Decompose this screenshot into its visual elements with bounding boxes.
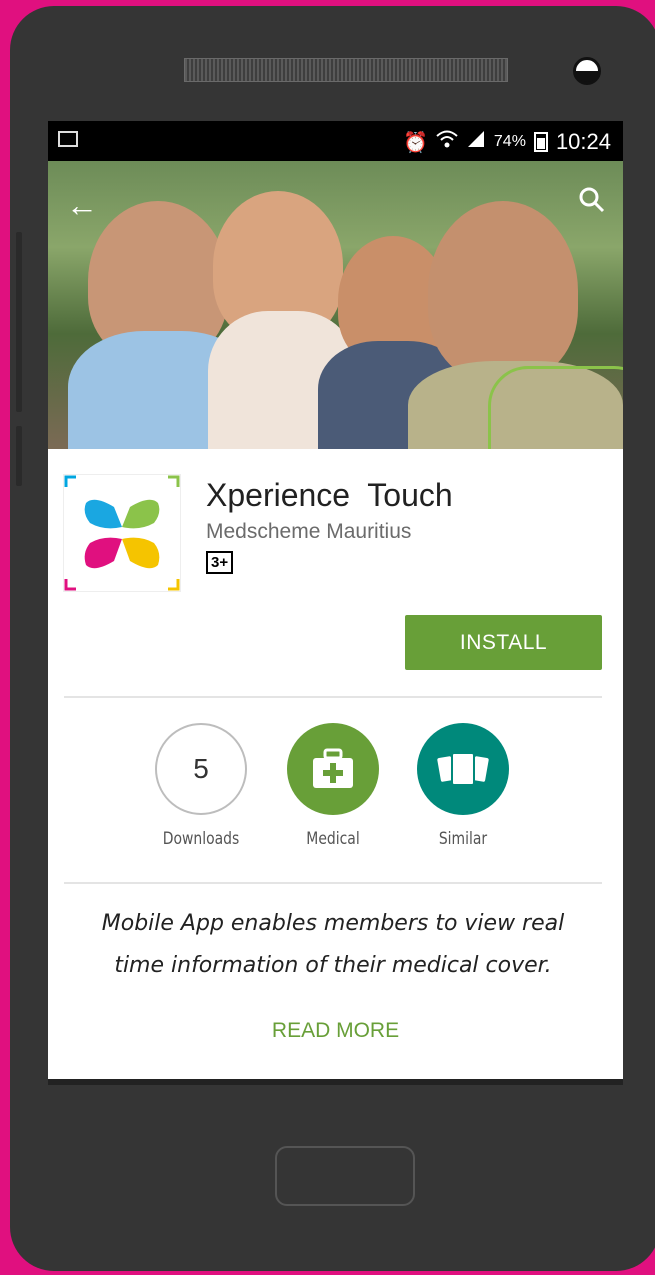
downloads-count: 5 bbox=[193, 753, 209, 784]
status-bar: ⏰ 74% 10:24 bbox=[48, 121, 623, 161]
app-icon[interactable] bbox=[64, 475, 180, 591]
divider bbox=[64, 696, 602, 698]
front-camera bbox=[573, 57, 601, 85]
developer-link[interactable]: Medscheme Mauritius bbox=[206, 520, 411, 544]
wifi-icon bbox=[436, 129, 458, 155]
similar-apps-icon bbox=[437, 752, 489, 786]
category-badge[interactable]: Medical bbox=[285, 723, 381, 849]
clock: 10:24 bbox=[555, 129, 611, 154]
hero-image: ← bbox=[48, 161, 623, 449]
similar-label: Similar bbox=[438, 829, 488, 849]
similar-badge[interactable]: Similar bbox=[415, 723, 511, 849]
install-button[interactable]: INSTALL bbox=[405, 615, 602, 670]
battery-icon bbox=[533, 132, 548, 152]
app-title: Xperience Touch bbox=[206, 477, 453, 513]
signal-icon bbox=[466, 129, 486, 155]
back-arrow-icon[interactable]: ← bbox=[66, 187, 98, 224]
app-description: Mobile App enables members to view real … bbox=[64, 903, 602, 987]
read-more-link[interactable]: READ MORE bbox=[48, 1019, 623, 1043]
alarm-icon: ⏰ bbox=[403, 131, 428, 154]
speaker-grille bbox=[184, 58, 508, 82]
search-icon[interactable] bbox=[579, 187, 605, 220]
power-button bbox=[16, 426, 22, 486]
description-line: Mobile App enables members to view real bbox=[101, 911, 565, 936]
description-line: time information of their medical cover. bbox=[114, 953, 552, 978]
downloads-badge[interactable]: 5 Downloads bbox=[153, 723, 249, 849]
divider bbox=[64, 882, 602, 884]
decorative-outline bbox=[488, 366, 623, 449]
downloads-label: Downloads bbox=[162, 829, 240, 849]
image-notification-icon bbox=[58, 131, 78, 147]
category-label: Medical bbox=[306, 829, 360, 849]
content-rating-badge: 3+ bbox=[206, 551, 234, 574]
medical-kit-icon bbox=[313, 748, 353, 788]
screenshots-strip bbox=[48, 1079, 623, 1085]
home-button[interactable] bbox=[275, 1146, 415, 1206]
screen: ⏰ 74% 10:24 ← Xperience Touch Medscheme … bbox=[48, 121, 623, 1085]
volume-button bbox=[16, 232, 22, 412]
battery-percent: 74% bbox=[493, 133, 526, 150]
